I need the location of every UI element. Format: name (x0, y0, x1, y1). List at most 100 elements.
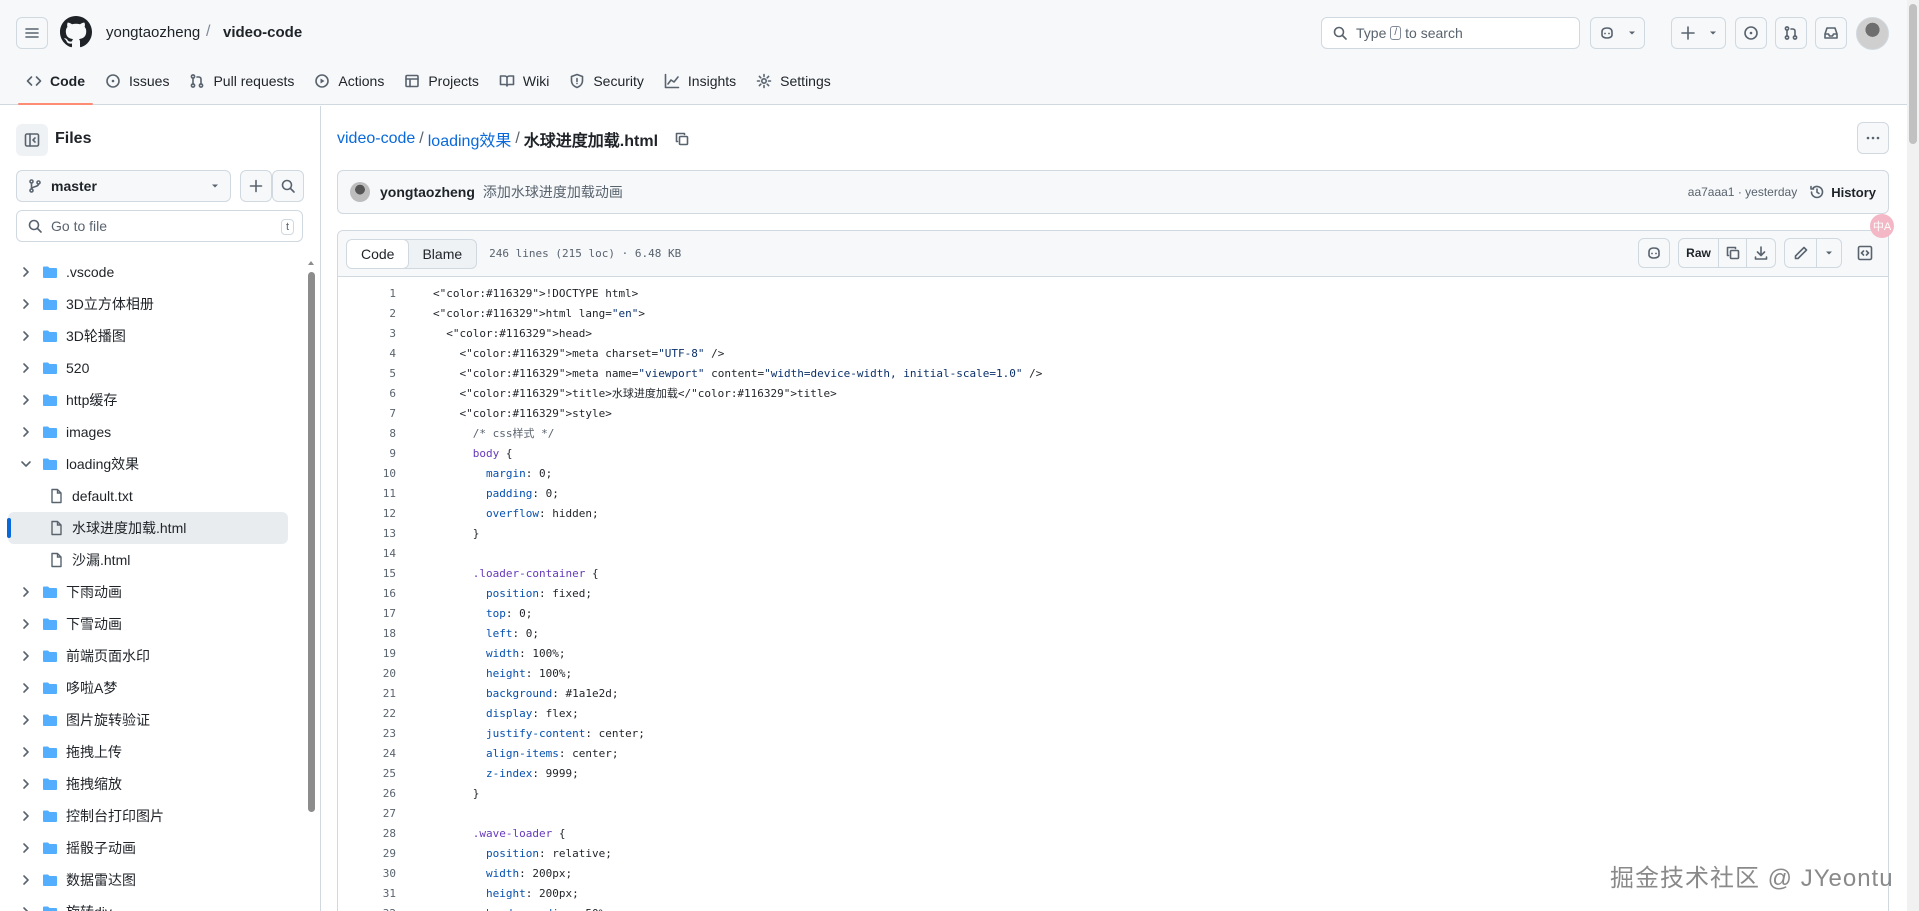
tree-folder-item[interactable]: 旋转div (8, 896, 288, 911)
tab-projects[interactable]: Projects (394, 66, 489, 96)
more-options-button[interactable] (1857, 122, 1889, 154)
edit-file-button[interactable] (1785, 239, 1817, 267)
copilot-explain-button[interactable] (1638, 238, 1670, 268)
chevron-down-icon[interactable] (19, 457, 33, 471)
line-number[interactable]: 30 (338, 864, 396, 884)
tree-folder-item[interactable]: 520 (8, 352, 288, 384)
tree-file-item[interactable]: 沙漏.html (8, 544, 288, 576)
tab-security[interactable]: Security (559, 66, 654, 96)
chevron-right-icon[interactable] (19, 297, 33, 311)
issues-button[interactable] (1735, 17, 1767, 49)
line-number[interactable]: 9 (338, 444, 396, 464)
tab-pull-requests[interactable]: Pull requests (179, 66, 304, 96)
tree-folder-item[interactable]: 摇骰子动画 (8, 832, 288, 864)
line-number[interactable]: 31 (338, 884, 396, 904)
search-files-button[interactable] (272, 170, 304, 202)
line-number[interactable]: 17 (338, 604, 396, 624)
pull-requests-button[interactable] (1775, 17, 1807, 49)
tree-folder-item[interactable]: 3D轮播图 (8, 320, 288, 352)
tree-folder-item[interactable]: 拖拽缩放 (8, 768, 288, 800)
line-number[interactable]: 2 (338, 304, 396, 324)
header-repo-link[interactable]: video-code (223, 24, 302, 41)
copy-path-icon[interactable] (674, 131, 690, 147)
commit-author-avatar[interactable] (350, 182, 370, 202)
line-number[interactable]: 8 (338, 424, 396, 444)
tree-file-item[interactable]: default.txt (8, 480, 288, 512)
tree-file-item[interactable]: 水球进度加载.html (7, 512, 288, 544)
line-number[interactable]: 5 (338, 364, 396, 384)
line-number[interactable]: 1 (338, 284, 396, 304)
tree-folder-item[interactable]: 哆啦A梦 (8, 672, 288, 704)
tab-actions[interactable]: Actions (304, 66, 394, 96)
chevron-right-icon[interactable] (19, 873, 33, 887)
line-number[interactable]: 4 (338, 344, 396, 364)
breadcrumb-folder-link[interactable]: loading效果 (428, 127, 512, 151)
tree-folder-item[interactable]: loading效果 (8, 448, 288, 480)
edit-dropdown-button[interactable] (1817, 239, 1841, 267)
chevron-right-icon[interactable] (19, 713, 33, 727)
commit-message[interactable]: 添加水球进度加载动画 (483, 182, 623, 202)
tab-insights[interactable]: Insights (654, 66, 746, 96)
global-search-input[interactable]: Type / to search (1321, 17, 1580, 49)
line-number[interactable]: 3 (338, 324, 396, 344)
header-owner-link[interactable]: yongtaozheng (106, 24, 200, 41)
tab-code[interactable]: Code (16, 66, 95, 105)
create-new-button[interactable] (1671, 17, 1726, 49)
line-number[interactable]: 15 (338, 564, 396, 584)
tab-issues[interactable]: Issues (95, 66, 179, 96)
user-avatar[interactable] (1856, 17, 1889, 50)
line-number[interactable]: 21 (338, 684, 396, 704)
chevron-right-icon[interactable] (19, 809, 33, 823)
line-number[interactable]: 13 (338, 524, 396, 544)
line-number[interactable]: 29 (338, 844, 396, 864)
tree-folder-item[interactable]: 拖拽上传 (8, 736, 288, 768)
collapse-sidebar-button[interactable] (16, 124, 48, 156)
chevron-right-icon[interactable] (19, 265, 33, 279)
code-view-tab[interactable]: Code (347, 239, 410, 268)
tree-folder-item[interactable]: .vscode (8, 256, 288, 288)
tree-folder-item[interactable]: http缓存 (8, 384, 288, 416)
breadcrumb-repo-link[interactable]: video-code (337, 130, 415, 148)
blame-view-tab[interactable]: Blame (408, 240, 476, 268)
commit-author[interactable]: yongtaozheng (380, 184, 475, 200)
commit-sha[interactable]: aa7aaa1 (1688, 185, 1735, 199)
menu-button[interactable] (16, 17, 48, 49)
line-number[interactable]: 26 (338, 784, 396, 804)
page-scrollbar-thumb[interactable] (1909, 4, 1917, 144)
chevron-right-icon[interactable] (19, 361, 33, 375)
tab-settings[interactable]: Settings (746, 66, 841, 96)
inbox-button[interactable] (1815, 17, 1847, 49)
chevron-right-icon[interactable] (19, 681, 33, 695)
line-number[interactable]: 12 (338, 504, 396, 524)
line-number[interactable]: 11 (338, 484, 396, 504)
sidebar-scrollbar-thumb[interactable] (308, 272, 315, 812)
chevron-right-icon[interactable] (19, 905, 33, 911)
github-logo-icon[interactable] (60, 16, 92, 48)
chevron-right-icon[interactable] (19, 425, 33, 439)
tree-folder-item[interactable]: 前端页面水印 (8, 640, 288, 672)
chevron-right-icon[interactable] (19, 777, 33, 791)
chevron-right-icon[interactable] (19, 841, 33, 855)
line-number[interactable]: 24 (338, 744, 396, 764)
chevron-right-icon[interactable] (19, 649, 33, 663)
line-number[interactable]: 14 (338, 544, 396, 564)
line-number[interactable]: 19 (338, 644, 396, 664)
scroll-up-icon[interactable] (306, 258, 316, 268)
line-number[interactable]: 22 (338, 704, 396, 724)
line-number[interactable]: 32 (338, 904, 396, 911)
chevron-right-icon[interactable] (19, 393, 33, 407)
tree-folder-item[interactable]: 图片旋转验证 (8, 704, 288, 736)
download-button[interactable] (1747, 239, 1775, 267)
tree-folder-item[interactable]: 数据雷达图 (8, 864, 288, 896)
copilot-button[interactable] (1590, 17, 1645, 49)
line-number[interactable]: 7 (338, 404, 396, 424)
chevron-right-icon[interactable] (19, 585, 33, 599)
copy-raw-button[interactable] (1719, 239, 1747, 267)
line-number[interactable]: 25 (338, 764, 396, 784)
line-number[interactable]: 18 (338, 624, 396, 644)
history-button[interactable]: History (1809, 184, 1876, 200)
line-number[interactable]: 20 (338, 664, 396, 684)
tree-folder-item[interactable]: 下雪动画 (8, 608, 288, 640)
tree-folder-item[interactable]: 控制台打印图片 (8, 800, 288, 832)
line-number[interactable]: 23 (338, 724, 396, 744)
